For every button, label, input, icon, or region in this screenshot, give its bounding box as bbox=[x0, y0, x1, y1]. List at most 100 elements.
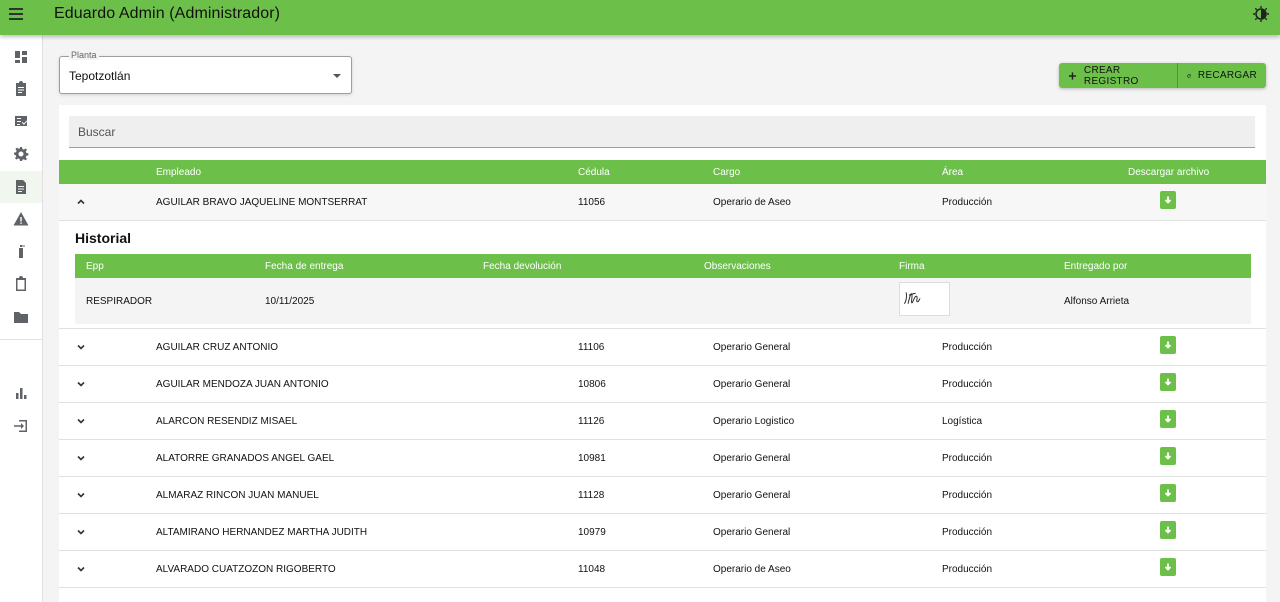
download-file-button[interactable] bbox=[1160, 558, 1176, 576]
chevron-down-icon[interactable] bbox=[76, 564, 86, 574]
table-row[interactable]: ALARCON RESENDIZ MISAEL 11126 Operario L… bbox=[59, 403, 1266, 440]
main-content: Planta Tepotzotlán CREAR REGISTRO RECARG… bbox=[43, 35, 1280, 602]
search-input[interactable] bbox=[69, 116, 1255, 147]
chevron-down-icon[interactable] bbox=[76, 416, 86, 426]
employee-role: Operario General bbox=[713, 379, 791, 390]
reload-button[interactable]: RECARGAR bbox=[1177, 63, 1266, 88]
assignment-icon[interactable] bbox=[0, 73, 42, 105]
employee-role: Operario de Aseo bbox=[713, 197, 791, 208]
employee-name: ALATORRE GRANADOS ANGEL GAEL bbox=[156, 453, 335, 464]
employee-id: 10979 bbox=[578, 527, 606, 538]
signature-image bbox=[899, 282, 950, 316]
warning-icon[interactable] bbox=[0, 203, 42, 235]
planta-select[interactable]: Planta Tepotzotlán bbox=[59, 50, 352, 94]
clipboard-icon[interactable] bbox=[0, 268, 42, 300]
table-row[interactable]: AGUILAR BRAVO JAQUELINE MONTSERRAT 11056… bbox=[59, 184, 1266, 221]
employee-name: ALVARADO CUATZOZON RIGOBERTO bbox=[156, 564, 336, 575]
checklist-icon[interactable] bbox=[0, 105, 42, 137]
employee-name: AGUILAR MENDOZA JUAN ANTONIO bbox=[156, 379, 329, 390]
chevron-down-icon[interactable] bbox=[76, 453, 86, 463]
search-field bbox=[69, 116, 1255, 148]
download-icon bbox=[1164, 563, 1172, 571]
employee-role: Operario General bbox=[713, 453, 791, 464]
column-header-descargar: Descargar archivo bbox=[1128, 167, 1210, 178]
refresh-icon bbox=[1187, 73, 1191, 78]
download-icon bbox=[1164, 341, 1172, 349]
employee-area: Producción bbox=[942, 379, 993, 390]
planta-select-label: Planta bbox=[69, 50, 99, 60]
table-row[interactable]: ALTAMIRANO HERNANDEZ MARTHA JUDITH 10979… bbox=[59, 514, 1266, 551]
employee-id: 11048 bbox=[578, 564, 606, 575]
download-icon bbox=[1164, 196, 1172, 204]
employee-id: 11106 bbox=[578, 342, 605, 353]
document-icon[interactable] bbox=[0, 171, 42, 203]
employee-name: ALARCON RESENDIZ MISAEL bbox=[156, 416, 298, 427]
history-panel: Historial Epp Fecha de entrega Fecha dev… bbox=[59, 221, 1266, 329]
menu-icon[interactable] bbox=[6, 4, 26, 24]
download-file-button[interactable] bbox=[1160, 521, 1176, 539]
employee-area: Producción bbox=[942, 342, 993, 353]
bar-chart-icon[interactable] bbox=[0, 377, 42, 409]
folder-icon[interactable] bbox=[0, 301, 42, 333]
app-title: Eduardo Admin (Administrador) bbox=[54, 5, 281, 22]
fire-extinguisher-icon[interactable] bbox=[0, 235, 42, 267]
employee-area: Producción bbox=[942, 453, 993, 464]
column-header-area: Área bbox=[942, 167, 964, 178]
employee-role: Operario de Aseo bbox=[713, 564, 791, 575]
employee-name: AGUILAR BRAVO JAQUELINE MONTSERRAT bbox=[156, 197, 368, 208]
employee-role: Operario General bbox=[713, 342, 791, 353]
table-row[interactable]: ALVARADO CUATZOZON RIGOBERTO 11048 Opera… bbox=[59, 551, 1266, 588]
employee-name: ALMARAZ RINCON JUAN MANUEL bbox=[156, 490, 319, 501]
download-file-button[interactable] bbox=[1160, 191, 1176, 209]
create-record-button[interactable]: CREAR REGISTRO bbox=[1059, 63, 1177, 88]
table-row[interactable]: ALMARAZ RINCON JUAN MANUEL 11128 Operari… bbox=[59, 477, 1266, 514]
reload-label: RECARGAR bbox=[1197, 70, 1257, 81]
history-epp: RESPIRADOR bbox=[86, 296, 153, 307]
action-buttons: CREAR REGISTRO RECARGAR bbox=[1059, 63, 1266, 88]
employee-area: Producción bbox=[942, 490, 993, 501]
employee-role: Operario General bbox=[713, 490, 791, 501]
employee-role: Operario General bbox=[713, 527, 791, 538]
employee-name: AGUILAR CRUZ ANTONIO bbox=[156, 342, 279, 353]
download-icon bbox=[1164, 378, 1172, 386]
download-icon bbox=[1164, 526, 1172, 534]
employee-area: Logística bbox=[942, 416, 983, 427]
chevron-down-icon[interactable] bbox=[76, 527, 86, 537]
history-entregado-por: Alfonso Arrieta bbox=[1064, 296, 1130, 307]
employee-id: 11128 bbox=[578, 490, 605, 501]
create-record-label: CREAR REGISTRO bbox=[1083, 64, 1139, 87]
chevron-down-icon[interactable] bbox=[76, 342, 86, 352]
theme-toggle-icon[interactable] bbox=[1252, 5, 1270, 23]
sidebar bbox=[0, 35, 43, 602]
employee-area: Producción bbox=[942, 527, 993, 538]
employee-id: 10806 bbox=[578, 379, 606, 390]
dashboard-icon[interactable] bbox=[0, 41, 42, 73]
sidebar-divider bbox=[0, 339, 42, 340]
history-col-entregado-por: Entregado por bbox=[1064, 261, 1128, 272]
table-row[interactable]: AGUILAR MENDOZA JUAN ANTONIO 10806 Opera… bbox=[59, 366, 1266, 403]
download-file-button[interactable] bbox=[1160, 373, 1176, 391]
download-file-button[interactable] bbox=[1160, 447, 1176, 465]
plus-icon bbox=[1068, 71, 1077, 80]
caret-down-icon bbox=[333, 74, 341, 78]
settings-icon[interactable] bbox=[0, 138, 42, 170]
table-row[interactable]: ALATORRE GRANADOS ANGEL GAEL 10981 Opera… bbox=[59, 440, 1266, 477]
download-file-button[interactable] bbox=[1160, 484, 1176, 502]
download-icon bbox=[1164, 489, 1172, 497]
history-row: RESPIRADOR 10/11/2025 Alfonso Arrieta bbox=[75, 278, 1251, 324]
chevron-up-icon[interactable] bbox=[76, 197, 86, 207]
table-header: Empleado Cédula Cargo Área Descargar arc… bbox=[59, 160, 1266, 184]
employee-id: 11056 bbox=[578, 197, 606, 208]
top-app-bar: Eduardo Admin (Administrador) bbox=[0, 0, 1280, 35]
employee-name: ALTAMIRANO HERNANDEZ MARTHA JUDITH bbox=[156, 527, 368, 538]
history-col-fecha-devolucion: Fecha devolución bbox=[483, 261, 562, 272]
employees-table-card: Empleado Cédula Cargo Área Descargar arc… bbox=[59, 105, 1266, 602]
history-col-firma: Firma bbox=[899, 261, 925, 272]
download-file-button[interactable] bbox=[1160, 336, 1176, 354]
chevron-down-icon[interactable] bbox=[76, 490, 86, 500]
download-file-button[interactable] bbox=[1160, 410, 1176, 428]
chevron-down-icon[interactable] bbox=[76, 379, 86, 389]
history-col-observaciones: Observaciones bbox=[704, 261, 771, 272]
logout-icon[interactable] bbox=[0, 410, 42, 442]
table-row[interactable]: AGUILAR CRUZ ANTONIO 11106 Operario Gene… bbox=[59, 329, 1266, 366]
